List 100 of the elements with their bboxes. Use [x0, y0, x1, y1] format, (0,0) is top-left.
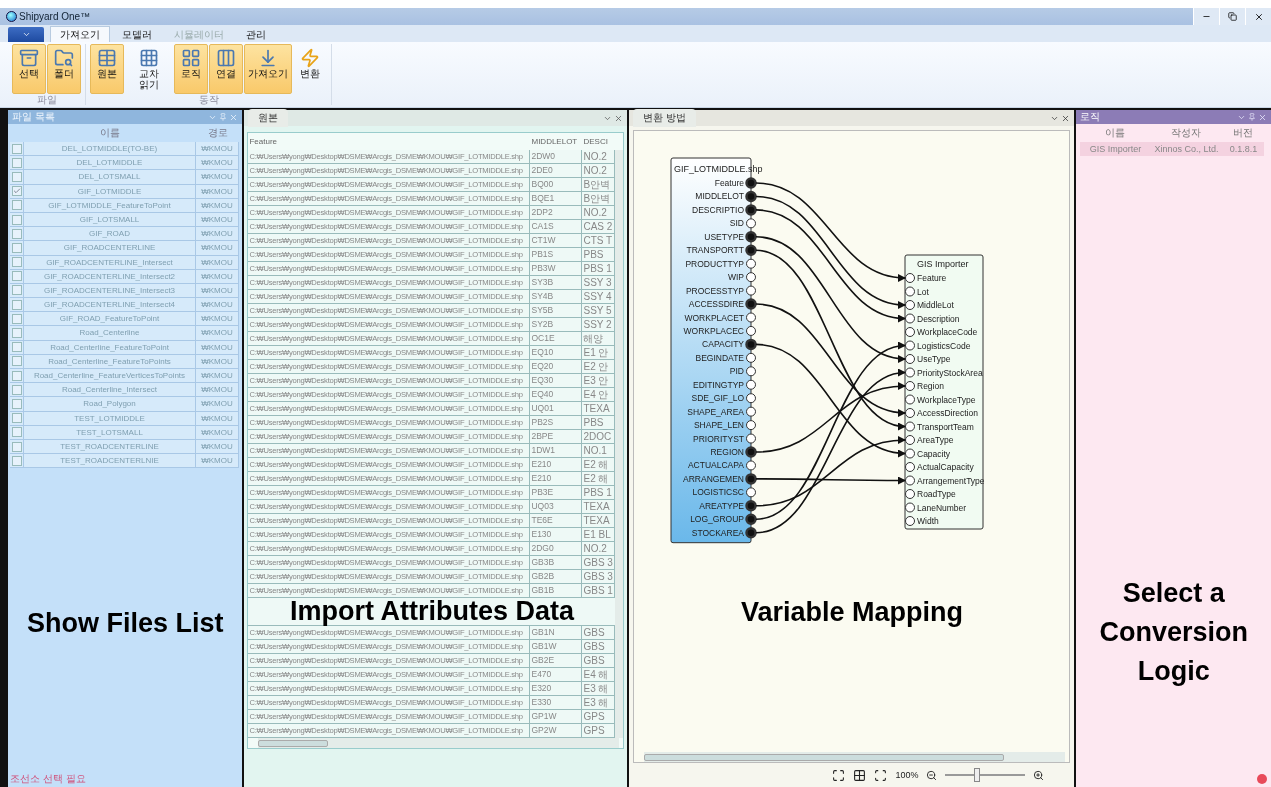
port-icon[interactable] [745, 244, 758, 256]
ribbon-button[interactable]: 선택 [12, 44, 46, 94]
fit-icon[interactable] [832, 768, 846, 782]
port-icon[interactable] [746, 487, 757, 498]
field-label: MIDDLELOT [695, 191, 745, 202]
checkbox[interactable] [11, 441, 22, 452]
port-icon[interactable] [905, 354, 916, 364]
port-icon[interactable] [746, 312, 757, 323]
table-cell: E210 [530, 472, 583, 486]
port-icon[interactable] [746, 258, 757, 269]
port-icon[interactable] [905, 448, 916, 459]
checkbox[interactable] [11, 228, 22, 239]
slider-thumb[interactable] [974, 768, 981, 782]
port-icon[interactable] [745, 526, 758, 539]
port-icon[interactable] [746, 352, 757, 363]
port-icon[interactable] [905, 273, 916, 283]
checkbox[interactable] [11, 271, 22, 282]
ribbon-button[interactable]: 폴더 [47, 44, 81, 94]
port-icon[interactable] [746, 285, 757, 296]
port-icon[interactable] [745, 298, 758, 310]
port-icon[interactable] [905, 313, 916, 324]
port-icon[interactable] [745, 204, 758, 216]
port-icon[interactable] [746, 393, 757, 404]
port-icon[interactable] [745, 190, 758, 203]
port-icon[interactable] [905, 327, 916, 337]
checkbox[interactable] [11, 171, 22, 182]
ribbon-button[interactable]: 원본 [90, 44, 124, 94]
checkbox[interactable] [11, 427, 22, 438]
checkbox[interactable] [11, 370, 22, 381]
checkbox[interactable] [11, 398, 22, 409]
checkbox[interactable] [11, 214, 22, 225]
checkbox[interactable] [11, 356, 22, 367]
port-icon[interactable] [905, 421, 916, 432]
port-icon[interactable] [905, 435, 916, 445]
port-icon[interactable] [905, 516, 916, 526]
port-icon[interactable] [745, 446, 758, 458]
table-cell: E4 해 [582, 668, 616, 682]
port-icon[interactable] [905, 408, 916, 418]
ribbon-tab[interactable]: 관리 [236, 26, 276, 42]
checkbox[interactable] [11, 285, 22, 296]
checkbox[interactable] [11, 299, 22, 310]
table-cell: ₩KMOU [196, 312, 239, 327]
port-icon[interactable] [745, 513, 758, 525]
ribbon-button[interactable]: 가져오기 [244, 44, 292, 94]
port-icon[interactable] [745, 338, 758, 351]
port-icon[interactable] [905, 475, 916, 486]
port-icon[interactable] [905, 340, 916, 351]
scrollbar[interactable] [258, 738, 620, 748]
port-icon[interactable] [746, 460, 757, 471]
scrollbar[interactable] [644, 752, 1066, 762]
port-icon[interactable] [746, 379, 757, 390]
port-icon[interactable] [746, 272, 757, 283]
port-icon[interactable] [746, 406, 757, 417]
port-icon[interactable] [745, 177, 758, 189]
port-icon[interactable] [905, 381, 916, 391]
port-icon[interactable] [905, 367, 916, 378]
port-icon[interactable] [745, 231, 758, 243]
ribbon-tab[interactable]: 모델러 [112, 26, 162, 42]
port-icon[interactable] [746, 420, 757, 431]
panel-tab[interactable]: 원본 [248, 109, 289, 127]
port-icon[interactable] [905, 462, 916, 472]
close-icon[interactable] [1061, 113, 1071, 123]
port-icon[interactable] [745, 500, 758, 512]
close-icon[interactable] [614, 113, 624, 123]
port-icon[interactable] [746, 325, 757, 336]
ribbon-button[interactable]: 연결 [209, 44, 243, 94]
ribbon-button[interactable]: 변환 [293, 44, 327, 94]
checkbox[interactable] [11, 328, 22, 339]
zoom-in-icon[interactable] [1033, 769, 1045, 781]
port-icon[interactable] [746, 218, 757, 229]
close-button[interactable] [1245, 8, 1271, 25]
target-node[interactable] [904, 254, 984, 530]
panel-tab[interactable]: 변환 방법 [633, 109, 697, 127]
port-icon[interactable] [905, 394, 916, 405]
checkbox[interactable] [11, 342, 22, 353]
checkbox[interactable] [11, 186, 22, 197]
ribbon-tab[interactable]: 가져오기 [50, 26, 110, 42]
checkbox[interactable] [11, 242, 22, 253]
scrollbar[interactable] [615, 150, 624, 738]
port-icon[interactable] [746, 433, 757, 444]
restore-button[interactable] [1219, 8, 1245, 25]
ribbon-button[interactable]: 교차 읽기 [125, 44, 173, 94]
port-icon[interactable] [905, 489, 916, 499]
ribbon-button[interactable]: 로직 [174, 44, 208, 94]
port-icon[interactable] [905, 286, 916, 297]
checkbox[interactable] [11, 157, 22, 168]
checkbox[interactable] [11, 384, 22, 395]
zoom-out-icon[interactable] [926, 769, 938, 781]
checkbox[interactable] [11, 257, 22, 268]
checkbox[interactable] [11, 200, 22, 211]
port-icon[interactable] [905, 502, 916, 513]
port-icon[interactable] [905, 300, 916, 310]
checkbox[interactable] [11, 313, 22, 324]
checkbox[interactable] [11, 413, 22, 424]
checkbox[interactable] [11, 455, 22, 466]
port-icon[interactable] [745, 473, 758, 485]
port-icon[interactable] [746, 366, 757, 377]
scan-icon[interactable] [874, 768, 888, 782]
checkbox[interactable] [11, 143, 22, 154]
grid-icon[interactable] [853, 768, 867, 782]
